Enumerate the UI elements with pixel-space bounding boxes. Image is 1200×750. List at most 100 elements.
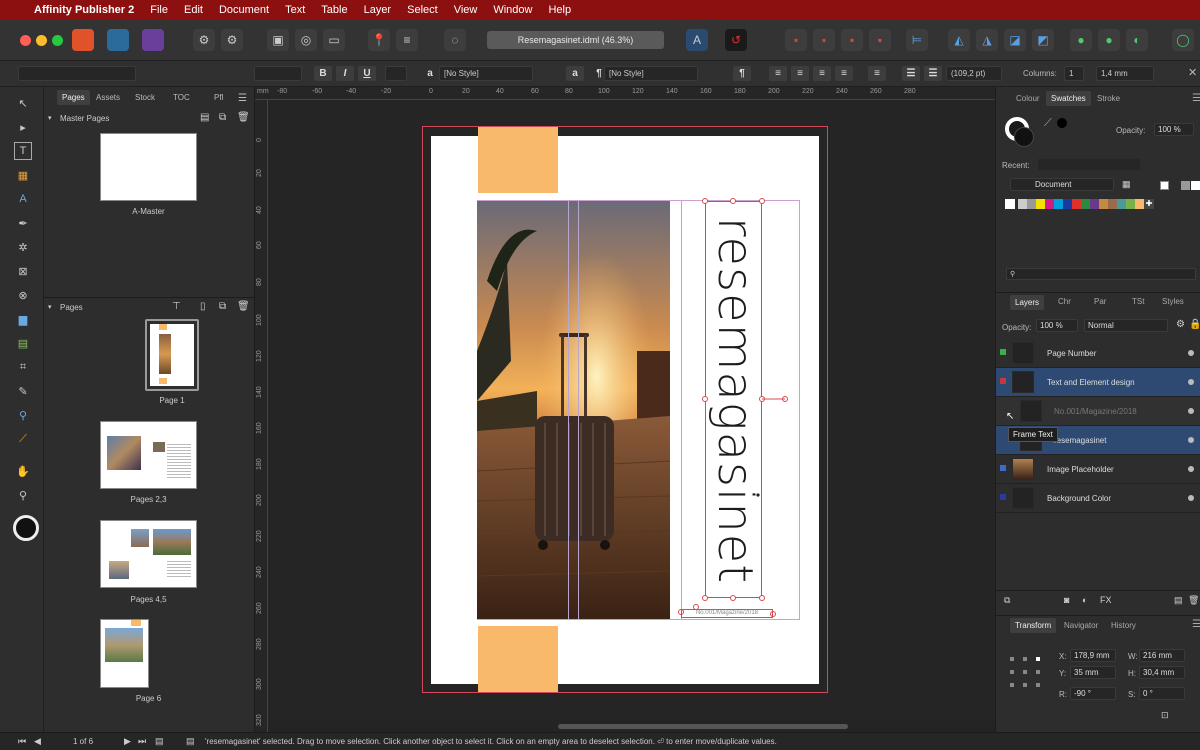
menu-edit[interactable]: Edit	[176, 4, 211, 16]
settings-icon[interactable]: ⚙	[221, 29, 243, 51]
app-name-menu[interactable]: Affinity Publisher 2	[30, 4, 142, 16]
anchor-point-selector[interactable]	[1010, 657, 1040, 687]
visibility-dot[interactable]	[1188, 466, 1194, 472]
layer-row[interactable]: Page Number	[996, 339, 1200, 368]
document-canvas[interactable]: resemagasinet No.001/Magazine/2018	[268, 100, 995, 720]
page-6-thumbnail[interactable]	[100, 619, 149, 688]
paragraph-settings-icon[interactable]: ¶	[733, 66, 751, 81]
lasso-icon[interactable]: ◌	[444, 29, 466, 51]
text-wrap-icon[interactable]: ≡	[396, 29, 418, 51]
menu-help[interactable]: Help	[540, 4, 579, 16]
rotate-left-icon[interactable]: ◪	[1004, 29, 1026, 51]
swatch-add[interactable]: ✚	[1144, 199, 1154, 209]
pages-4-5-thumbnail[interactable]	[100, 520, 197, 588]
none-swatch[interactable]	[1160, 181, 1169, 190]
leading-field[interactable]: (109,2 pt)	[946, 66, 1002, 81]
order-backward-icon[interactable]: ▪	[813, 29, 835, 51]
align-icon[interactable]: ⊨	[906, 29, 928, 51]
gray-swatch[interactable]	[1181, 181, 1190, 190]
stroke-color-well[interactable]	[1014, 127, 1034, 147]
y-field[interactable]: 35 mm	[1070, 666, 1116, 679]
tab-preflight[interactable]: Pfl	[214, 93, 223, 102]
vertical-align-icon[interactable]: ≡	[868, 66, 886, 81]
h-field[interactable]: 30,4 mm	[1139, 666, 1185, 679]
gutter-field[interactable]: 1,4 mm	[1096, 66, 1154, 81]
shear-field[interactable]: 0 °	[1139, 687, 1185, 700]
collapse-pages-chevron-icon[interactable]: ▾	[48, 303, 52, 311]
menu-table[interactable]: Table	[313, 4, 355, 16]
rectangle-frame-icon[interactable]: ⊠	[14, 262, 32, 280]
layer-opacity-field[interactable]: 100 %	[1036, 319, 1078, 332]
tab-paragraph[interactable]: Par	[1094, 297, 1106, 306]
visibility-dot[interactable]	[1188, 350, 1194, 356]
tab-text-styles[interactable]: TSt	[1132, 297, 1144, 306]
tab-layers[interactable]: Layers	[1010, 295, 1045, 310]
boolean-add-icon[interactable]: ●	[1070, 29, 1092, 51]
tab-history[interactable]: History	[1111, 621, 1136, 630]
text-frame-tool-icon[interactable]: T	[14, 142, 32, 160]
page-counter[interactable]: 1 of 6	[73, 737, 93, 746]
visibility-dot[interactable]	[1188, 495, 1194, 501]
bullets-icon[interactable]: ☰	[902, 66, 920, 81]
page-view-icon[interactable]: ▤	[155, 736, 164, 747]
palette-grid-icon[interactable]: ▦	[1122, 179, 1131, 190]
pin-icon[interactable]: 📍	[368, 29, 390, 51]
panel-menu-icon[interactable]: ☰	[238, 93, 247, 104]
rotate-right-icon[interactable]: ◩	[1032, 29, 1054, 51]
delete-master-icon[interactable]: 🗑	[237, 112, 250, 123]
new-group-icon[interactable]: ⧉	[1004, 595, 1010, 606]
add-master-icon[interactable]: ▤	[200, 112, 209, 123]
menu-file[interactable]: File	[142, 4, 176, 16]
menu-layer[interactable]: Layer	[356, 4, 400, 16]
font-size-field[interactable]	[254, 66, 302, 81]
prev-page-icon[interactable]: ◀	[34, 736, 41, 747]
eyedropper-icon[interactable]: ⟋	[1044, 117, 1052, 130]
blend-mode-select[interactable]: Normal	[1084, 319, 1168, 332]
visibility-dot[interactable]	[1188, 437, 1194, 443]
character-style-select[interactable]: [No Style]	[439, 66, 533, 81]
lock-icon[interactable]: 🔒	[1189, 319, 1200, 330]
tab-toc[interactable]: TOC	[173, 93, 190, 102]
view-mode-icon[interactable]: ▣	[267, 29, 289, 51]
recent-swatches[interactable]	[1038, 159, 1140, 170]
page-1-thumbnail[interactable]	[145, 319, 199, 391]
insert-page-icon[interactable]: ⊤	[172, 301, 181, 312]
layer-row[interactable]: Background Color	[996, 484, 1200, 513]
transparency-tool-icon[interactable]: ⚲	[14, 406, 32, 424]
photo-persona-icon[interactable]	[142, 29, 164, 51]
account-icon[interactable]: ◯	[1172, 29, 1194, 51]
tab-stroke[interactable]: Stroke	[1097, 94, 1120, 103]
swatch-opacity-field[interactable]: 100 %	[1154, 123, 1194, 136]
columns-field[interactable]: 1	[1064, 66, 1084, 81]
swatch-search[interactable]: ⚲	[1006, 268, 1196, 280]
node-tool-icon[interactable]: ▸	[14, 118, 32, 136]
menu-window[interactable]: Window	[485, 4, 540, 16]
rotation-field[interactable]: -90 °	[1070, 687, 1116, 700]
text-color-field[interactable]	[385, 66, 407, 81]
view-mode-3-icon[interactable]: ▭	[323, 29, 345, 51]
close-context-icon[interactable]: ✕	[1188, 66, 1197, 79]
x-field[interactable]: 178,9 mm	[1070, 649, 1116, 662]
align-center-icon[interactable]: ≡	[791, 66, 809, 81]
fx-icon[interactable]: FX	[1100, 595, 1112, 605]
layer-row[interactable]: Text and Element design	[996, 368, 1200, 397]
vertical-ruler[interactable]: 0 20 40 60 80 100 120 140 160 180 200 22…	[255, 100, 268, 732]
underline-button[interactable]: U	[358, 66, 376, 81]
text-frame-icon[interactable]: A	[686, 29, 708, 51]
font-family-field[interactable]	[18, 66, 136, 81]
flip-vertical-icon[interactable]: ◮	[976, 29, 998, 51]
picture-frame-icon[interactable]: ▆	[14, 310, 32, 328]
delete-layer-icon[interactable]: 🗑	[1188, 595, 1199, 606]
duplicate-master-icon[interactable]: ⧉	[219, 112, 226, 123]
horizontal-ruler[interactable]: mm -80 -60 -40 -20 0 20 40 60 80 100 120…	[255, 87, 995, 100]
swatches-menu-icon[interactable]: ☰	[1192, 93, 1200, 104]
designer-persona-icon[interactable]	[107, 29, 129, 51]
last-page-icon[interactable]: ⏭	[138, 736, 146, 747]
layer-row[interactable]: No.001/Magazine/2018	[996, 397, 1200, 426]
pages-2-3-thumbnail[interactable]	[100, 421, 197, 489]
add-page-icon[interactable]: ▯	[200, 301, 206, 312]
master-thumbnail[interactable]	[100, 133, 197, 201]
preflight-icon[interactable]: ⚙	[193, 29, 215, 51]
boolean-subtract-icon[interactable]: ●	[1098, 29, 1120, 51]
ellipse-frame-icon[interactable]: ⊗	[14, 286, 32, 304]
